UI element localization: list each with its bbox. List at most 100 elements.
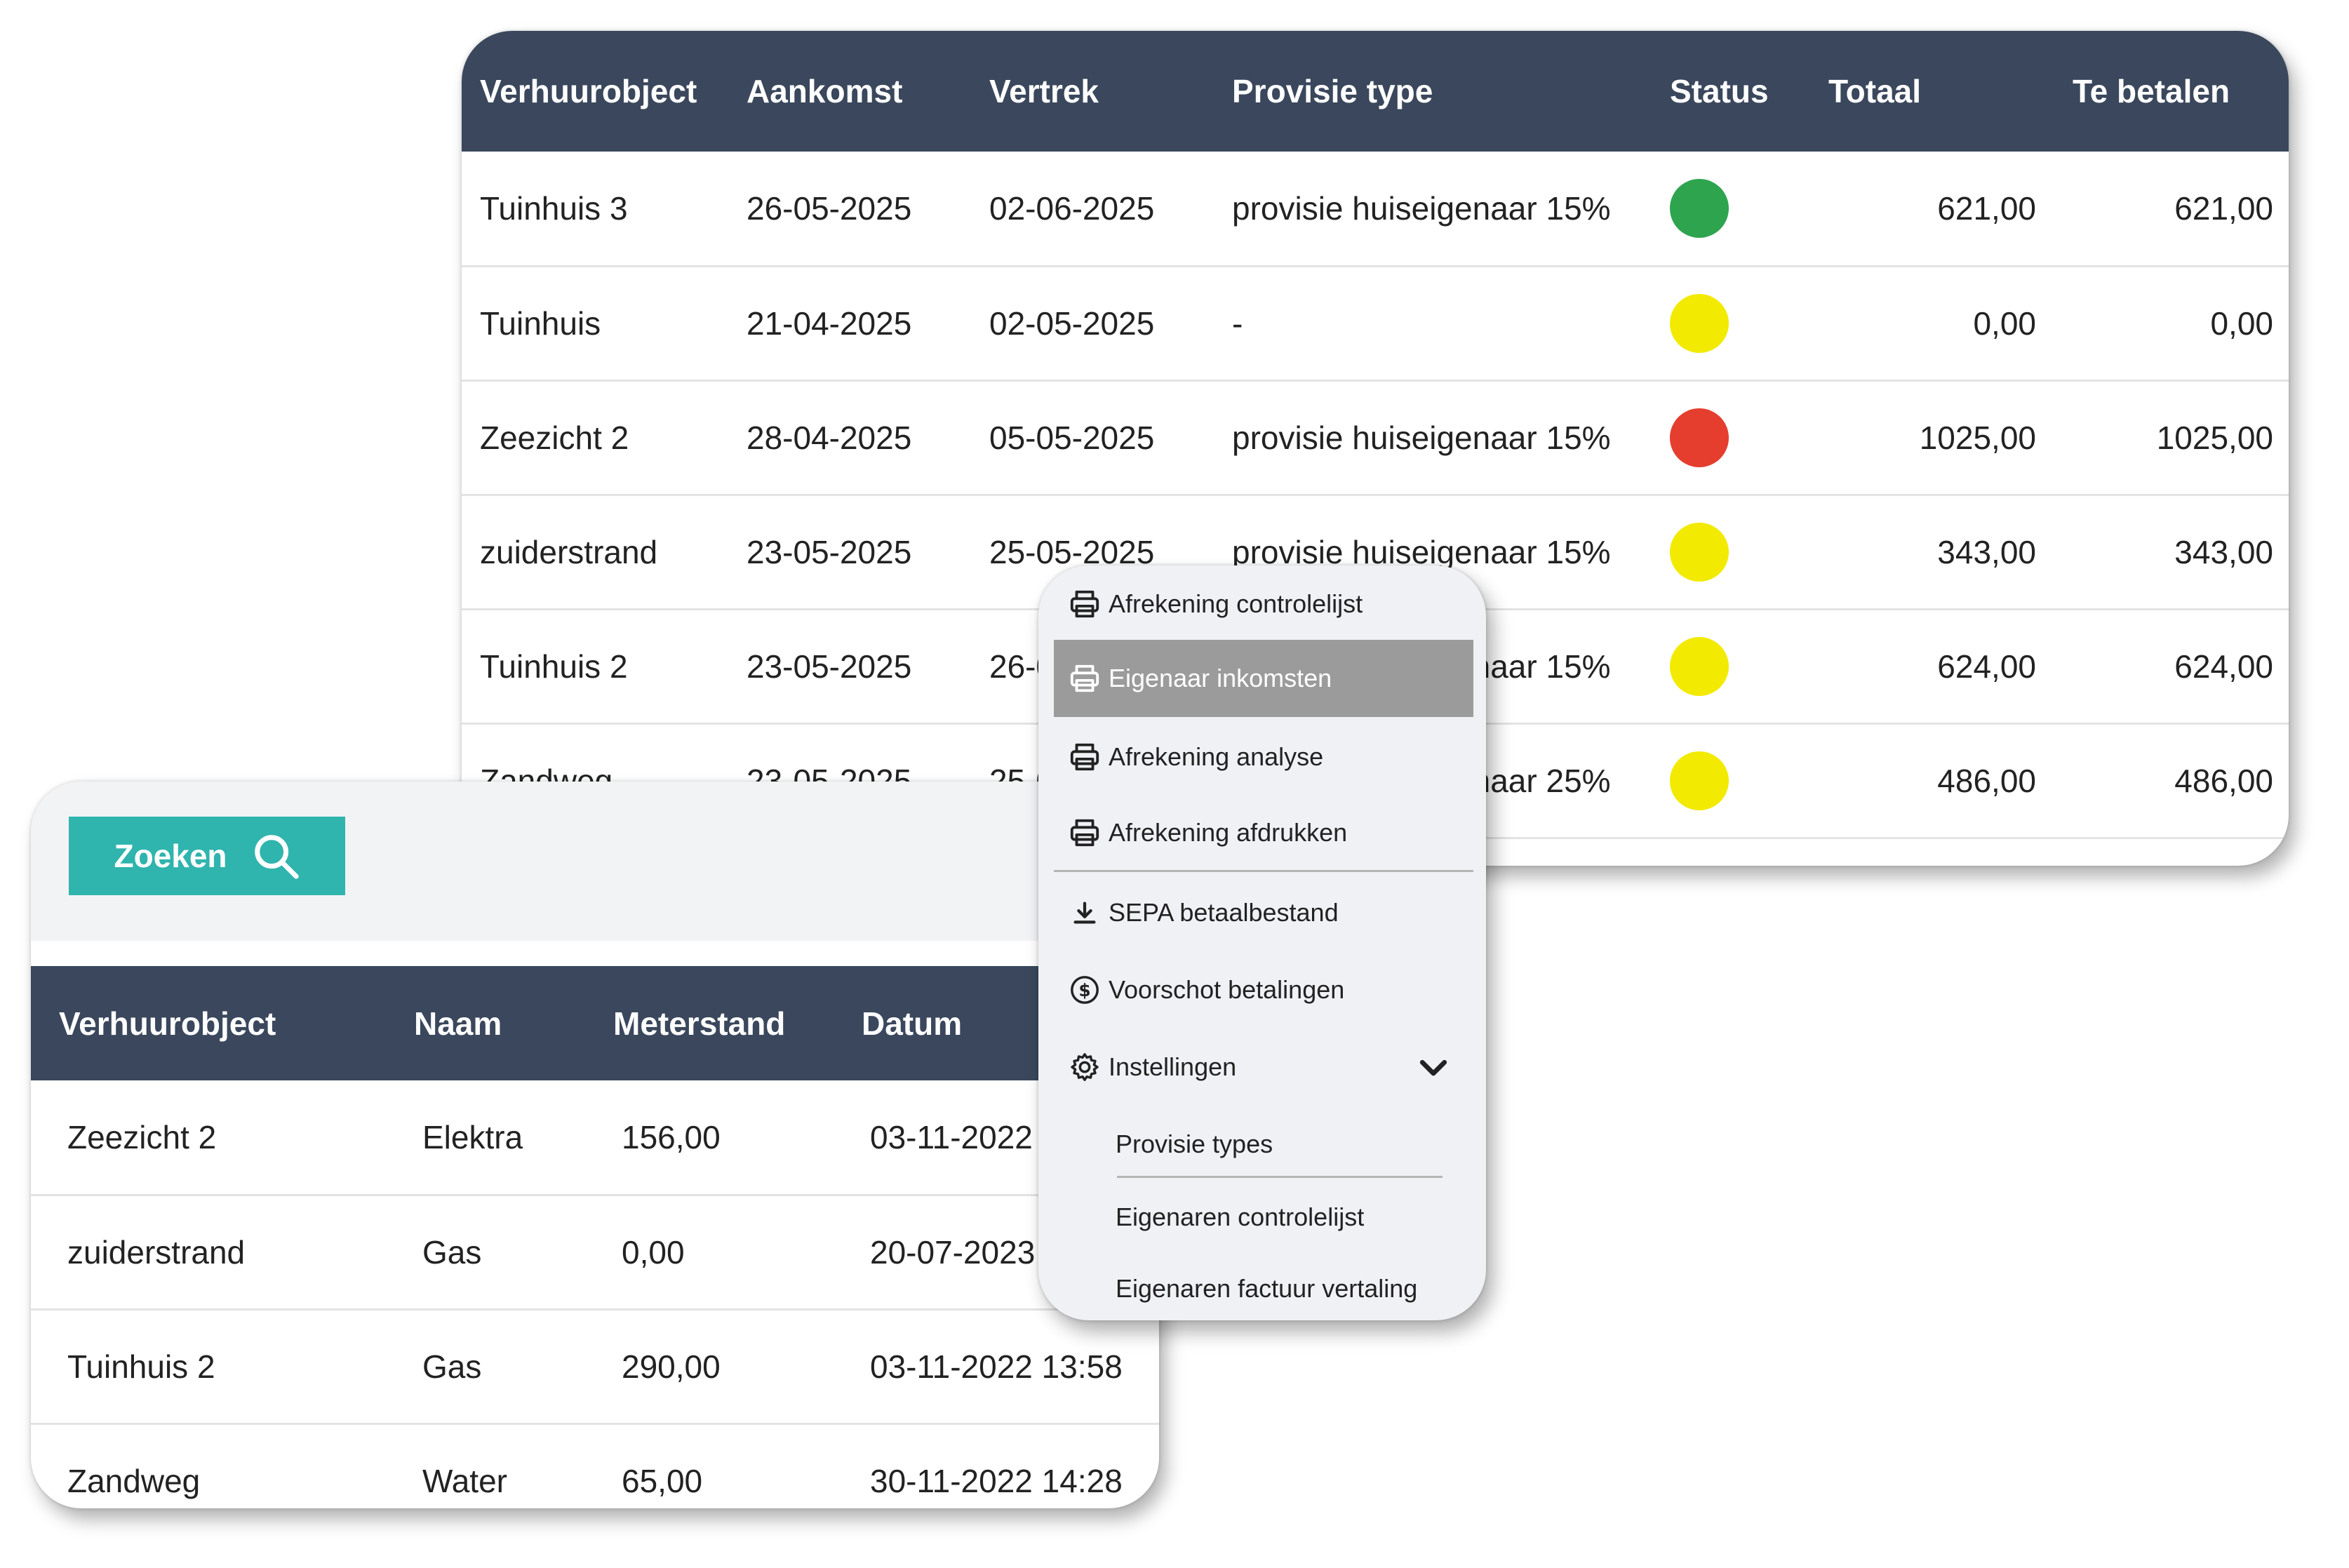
status-indicator [1670, 408, 1729, 467]
cell-verhuurobject: zuiderstrand [67, 1233, 246, 1271]
submenu-item-label: Provisie types [1116, 1130, 1273, 1158]
cell-verhuurobject: Zeezicht 2 [480, 419, 629, 456]
cell-totaal: 343,00 [1937, 533, 2036, 570]
bookings-header-row: Verhuurobject Aankomst Vertrek Provisie … [462, 31, 2289, 152]
cell-naam: Gas [422, 1233, 482, 1271]
col-header-verhuurobject[interactable]: Verhuurobject [31, 966, 386, 1080]
status-indicator [1670, 293, 1729, 353]
table-row[interactable]: Tuinhuis 3 26-05-2025 02-06-2025 provisie h… [462, 152, 2289, 266]
submenu-item-eigenaren-controlelijst[interactable]: Eigenaren controlelijst [1116, 1179, 1466, 1256]
col-header-provisie-type[interactable]: Provisie type [1214, 31, 1652, 152]
cell-status [1652, 152, 1810, 266]
menu-item-afrekening-controlelijst[interactable]: Afrekening controlelijst [1054, 565, 1473, 643]
cell-vertrek: 05-05-2025 [989, 419, 1155, 456]
cell-vertrek: 02-05-2025 [989, 304, 1155, 342]
col-header-aankomst[interactable]: Aankomst [728, 31, 971, 152]
cell-te-betalen: 0,00 [2210, 304, 2273, 342]
menu-item-afrekening-analyse[interactable]: Afrekening analyse [1054, 718, 1473, 796]
col-header-meterstand[interactable]: Meterstand [585, 966, 834, 1080]
svg-text:$: $ [1078, 980, 1090, 1000]
search-bar: Zoeken [31, 782, 1159, 941]
menu-divider [1054, 870, 1473, 872]
status-indicator [1670, 522, 1729, 582]
status-indicator [1670, 751, 1729, 810]
menu-item-label: Afrekening afdrukken [1109, 818, 1348, 847]
cell-meterstand: 65,00 [622, 1463, 703, 1500]
menu-item-voorschot-betalingen[interactable]: $ Voorschot betalingen [1054, 951, 1473, 1028]
table-row[interactable]: Zandweg Water 65,00 30-11-2022 14:28 [31, 1423, 1159, 1508]
download-icon [1068, 896, 1102, 930]
meters-header-row: Verhuurobject Naam Meterstand Datum [31, 966, 1159, 1080]
menu-item-eigenaar-inkomsten[interactable]: Eigenaar inkomsten [1054, 640, 1473, 717]
printer-icon [1068, 816, 1102, 850]
cell-verhuurobject: Tuinhuis [480, 304, 601, 342]
cell-verhuurobject: Zeezicht 2 [67, 1118, 217, 1155]
menu-item-instellingen[interactable]: Instellingen [1054, 1028, 1473, 1106]
printer-icon [1068, 587, 1102, 621]
cell-verhuurobject: Tuinhuis 2 [480, 648, 628, 685]
menu-item-sepa-betaalbestand[interactable]: SEPA betaalbestand [1054, 874, 1473, 951]
search-button-label: Zoeken [114, 838, 227, 874]
table-row[interactable]: Tuinhuis 21-04-2025 02-05-2025 - 0,00 0,00 [462, 266, 2289, 380]
cell-datum: 03-11-2022 13:58 [870, 1348, 1123, 1385]
cell-status [1652, 723, 1810, 838]
submenu-item-provisie-types[interactable]: Provisie types [1116, 1106, 1466, 1183]
cell-meterstand: 290,00 [622, 1348, 721, 1385]
cell-status [1652, 495, 1810, 609]
cell-aankomst: 23-05-2025 [747, 533, 912, 570]
cell-naam: Gas [422, 1348, 482, 1385]
cell-verhuurobject: Tuinhuis 2 [67, 1348, 215, 1385]
meter-readings-card: Zoeken Verhuurobject Naam Meterstand Dat… [31, 782, 1159, 1508]
printer-icon [1068, 740, 1102, 774]
table-row[interactable]: Zeezicht 2 Elektra 156,00 03-11-2022 [31, 1080, 1159, 1195]
cell-meterstand: 0,00 [622, 1233, 685, 1271]
col-header-verhuurobject[interactable]: Verhuurobject [462, 31, 728, 152]
cell-provisie-type: - [1232, 304, 1243, 342]
cell-totaal: 0,00 [1973, 304, 2036, 342]
cell-totaal: 624,00 [1937, 648, 2036, 685]
col-header-naam[interactable]: Naam [386, 966, 585, 1080]
cell-verhuurobject: Zandweg [67, 1463, 201, 1500]
cell-verhuurobject: zuiderstrand [480, 533, 658, 570]
cell-totaal: 486,00 [1937, 762, 2036, 799]
status-indicator [1670, 178, 1729, 238]
menu-item-label: Eigenaar inkomsten [1109, 664, 1332, 692]
dropdown-menu: Afrekening controlelijst Eigenaar inkoms… [1038, 565, 1486, 1320]
cell-te-betalen: 621,00 [2174, 189, 2273, 227]
cell-aankomst: 23-05-2025 [747, 648, 912, 685]
cell-datum: 30-11-2022 14:28 [870, 1463, 1123, 1500]
cell-aankomst: 28-04-2025 [747, 419, 912, 456]
menu-item-afrekening-afdrukken[interactable]: Afrekening afdrukken [1054, 794, 1473, 871]
col-header-totaal[interactable]: Totaal [1810, 31, 2052, 152]
menu-item-label: SEPA betaalbestand [1109, 898, 1339, 927]
menu-item-label: Afrekening controlelijst [1109, 589, 1363, 618]
cell-totaal: 1025,00 [1919, 419, 2036, 456]
search-button[interactable]: Zoeken [69, 817, 345, 895]
cell-verhuurobject: Tuinhuis 3 [480, 189, 628, 227]
col-header-vertrek[interactable]: Vertrek [971, 31, 1214, 152]
menu-item-label: Afrekening analyse [1109, 742, 1324, 771]
col-header-status[interactable]: Status [1652, 31, 1810, 152]
gear-icon [1068, 1050, 1102, 1084]
search-icon [254, 835, 299, 879]
submenu-item-eigenaren-factuur-vertaling[interactable]: Eigenaren factuur vertaling [1116, 1250, 1466, 1327]
menu-item-label: Instellingen [1109, 1052, 1237, 1081]
meter-readings-table: Verhuurobject Naam Meterstand Datum Zeez… [31, 966, 1159, 1508]
cell-naam: Elektra [422, 1118, 523, 1155]
cell-te-betalen: 624,00 [2174, 648, 2273, 685]
submenu-item-label: Eigenaren controlelijst [1116, 1202, 1365, 1231]
printer-icon [1068, 662, 1102, 695]
cell-aankomst: 21-04-2025 [747, 304, 912, 342]
cell-status [1652, 609, 1810, 723]
cell-status [1652, 380, 1810, 495]
table-row[interactable]: zuiderstrand Gas 0,00 20-07-2023 [31, 1195, 1159, 1309]
cell-te-betalen: 1025,00 [2156, 419, 2273, 456]
dollar-circle-icon: $ [1068, 973, 1102, 1007]
col-header-te-betalen[interactable]: Te betalen [2052, 31, 2289, 152]
table-row[interactable]: Zeezicht 2 28-04-2025 05-05-2025 provisie h… [462, 380, 2289, 495]
chevron-down-icon[interactable] [1414, 1048, 1452, 1086]
cell-naam: Water [422, 1463, 507, 1500]
submenu-item-label: Eigenaren factuur vertaling [1116, 1274, 1418, 1303]
table-row[interactable]: Tuinhuis 2 Gas 290,00 03-11-2022 13:58 [31, 1309, 1159, 1423]
cell-vertrek: 02-06-2025 [989, 189, 1155, 227]
